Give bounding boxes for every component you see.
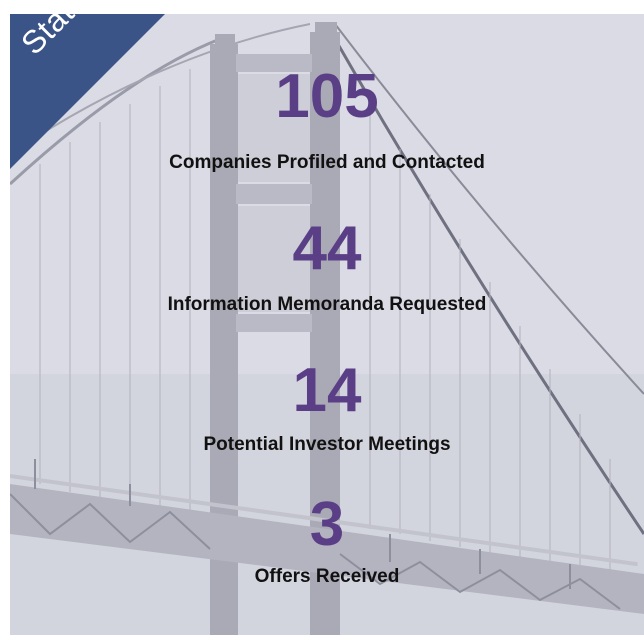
stat-label: Potential Investor Meetings (203, 434, 451, 455)
stat-value: 14 (292, 356, 362, 425)
stat-value: 3 (309, 490, 345, 559)
stat-label: Companies Profiled and Contacted (169, 152, 485, 173)
stat-value: 105 (275, 62, 379, 131)
stat-offers: 3 Offers Received (10, 494, 644, 588)
stat-meetings: 14 Potential Investor Meetings (10, 360, 644, 456)
stat-label: Offers Received (254, 566, 400, 587)
stat-value: 44 (292, 214, 362, 283)
stat-companies: 105 Companies Profiled and Contacted (10, 66, 644, 174)
stat-memoranda: 44 Information Memoranda Requested (10, 218, 644, 316)
stat-label: Information Memoranda Requested (167, 294, 487, 315)
